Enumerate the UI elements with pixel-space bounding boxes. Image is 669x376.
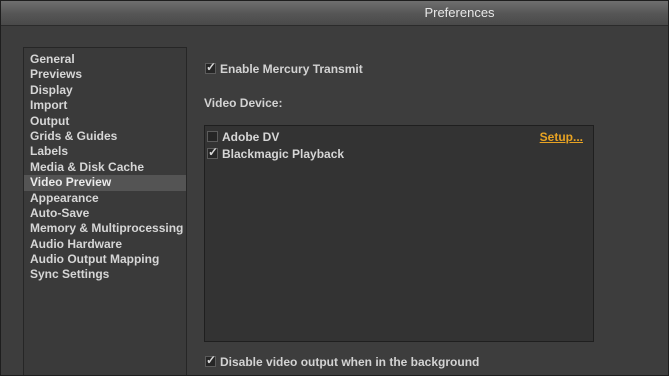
enable-mercury-transmit-label: Enable Mercury Transmit — [220, 62, 363, 76]
sidebar-item-general[interactable]: General — [24, 52, 186, 67]
sidebar-item-sync-settings[interactable]: Sync Settings — [24, 267, 186, 282]
sidebar-item-display[interactable]: Display — [24, 83, 186, 98]
sidebar-item-audio-hardware[interactable]: Audio Hardware — [24, 237, 186, 252]
preferences-window: Preferences General Previews Display Imp… — [0, 0, 669, 376]
video-device-heading: Video Device: — [204, 96, 283, 110]
device-row-adobe-dv[interactable]: Adobe DV Setup... — [207, 129, 591, 145]
checkmark-icon: ✓ — [206, 353, 217, 367]
sidebar-item-previews[interactable]: Previews — [24, 67, 186, 82]
sidebar-item-audio-output-mapping[interactable]: Audio Output Mapping — [24, 252, 186, 267]
title-bar[interactable]: Preferences — [1, 1, 668, 26]
checkmark-icon: ✓ — [206, 60, 217, 74]
sidebar-item-grids-guides[interactable]: Grids & Guides — [24, 129, 186, 144]
enable-mercury-transmit-check-box[interactable]: ✓ — [205, 60, 217, 74]
adobe-dv-checkbox[interactable] — [207, 131, 218, 142]
window-title: Preferences — [424, 5, 495, 20]
adobe-dv-label: Adobe DV — [222, 130, 280, 144]
sidebar-item-memory-multiprocessing[interactable]: Memory & Multiprocessing — [24, 221, 186, 236]
disable-background-output-checkbox[interactable]: ✓ Disable video output when in the backgr… — [205, 353, 480, 369]
blackmagic-playback-label: Blackmagic Playback — [222, 147, 345, 161]
disable-background-output-label: Disable video output when in the backgro… — [220, 355, 480, 369]
enable-mercury-transmit-checkbox[interactable]: ✓ Enable Mercury Transmit — [205, 60, 363, 76]
sidebar-item-output[interactable]: Output — [24, 114, 186, 129]
blackmagic-playback-checkbox[interactable]: ✓ — [207, 145, 219, 159]
sidebar-item-appearance[interactable]: Appearance — [24, 191, 186, 206]
sidebar-item-labels[interactable]: Labels — [24, 144, 186, 159]
device-row-blackmagic-playback[interactable]: ✓ Blackmagic Playback — [207, 146, 591, 162]
disable-background-output-check-box[interactable]: ✓ — [205, 353, 217, 367]
sidebar-item-media-disk-cache[interactable]: Media & Disk Cache — [24, 160, 186, 175]
sidebar-item-auto-save[interactable]: Auto-Save — [24, 206, 186, 221]
checkmark-icon: ✓ — [208, 145, 219, 159]
video-device-list[interactable]: Adobe DV Setup... ✓ Blackmagic Playback — [204, 125, 594, 342]
sidebar-item-video-preview[interactable]: Video Preview — [24, 175, 186, 191]
sidebar-item-import[interactable]: Import — [24, 98, 186, 113]
setup-link[interactable]: Setup... — [540, 129, 583, 145]
preferences-category-list[interactable]: General Previews Display Import Output G… — [23, 47, 187, 375]
